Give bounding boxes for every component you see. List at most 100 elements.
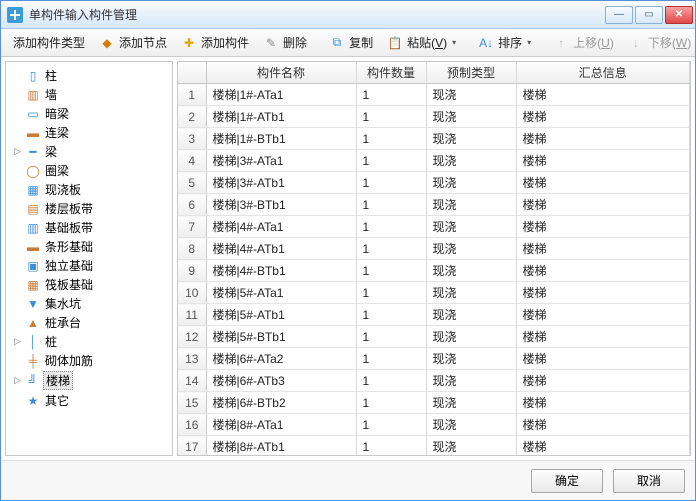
- tree-item[interactable]: ▬条形基础: [6, 237, 172, 256]
- cell-type[interactable]: 现浇: [426, 414, 516, 436]
- cell-type[interactable]: 现浇: [426, 128, 516, 150]
- tree-item[interactable]: ▤楼层板带: [6, 199, 172, 218]
- expander-icon[interactable]: [12, 203, 23, 214]
- expander-icon[interactable]: [12, 165, 23, 176]
- cell-summary[interactable]: 楼梯: [516, 216, 690, 238]
- cell-qty[interactable]: 1: [356, 260, 426, 282]
- add-component-button[interactable]: ✚ 添加构件: [175, 31, 255, 54]
- cell-qty[interactable]: 1: [356, 348, 426, 370]
- expander-icon[interactable]: [12, 222, 23, 233]
- table-row[interactable]: 1楼梯|1#-ATa11现浇楼梯: [178, 84, 690, 106]
- maximize-button[interactable]: ▭: [635, 6, 663, 24]
- tree-item[interactable]: ▭暗梁: [6, 104, 172, 123]
- cell-summary[interactable]: 楼梯: [516, 194, 690, 216]
- cell-name[interactable]: 楼梯|1#-ATb1: [206, 106, 356, 128]
- expander-icon[interactable]: ▷: [12, 375, 23, 386]
- expander-icon[interactable]: [12, 260, 23, 271]
- table-row[interactable]: 15楼梯|6#-BTb21现浇楼梯: [178, 392, 690, 414]
- expander-icon[interactable]: ▷: [12, 336, 23, 347]
- cell-type[interactable]: 现浇: [426, 238, 516, 260]
- tree-item[interactable]: ◯圈梁: [6, 161, 172, 180]
- tree-item[interactable]: ▬连梁: [6, 123, 172, 142]
- tree-item[interactable]: ▦筏板基础: [6, 275, 172, 294]
- cell-name[interactable]: 楼梯|8#-ATa1: [206, 414, 356, 436]
- cell-type[interactable]: 现浇: [426, 304, 516, 326]
- col-type[interactable]: 预制类型: [426, 62, 516, 84]
- close-button[interactable]: ✕: [665, 6, 693, 24]
- minimize-button[interactable]: —: [605, 6, 633, 24]
- table-row[interactable]: 17楼梯|8#-ATb11现浇楼梯: [178, 436, 690, 457]
- cell-name[interactable]: 楼梯|6#-ATa2: [206, 348, 356, 370]
- cell-name[interactable]: 楼梯|3#-ATb1: [206, 172, 356, 194]
- tree-item[interactable]: ▣独立基础: [6, 256, 172, 275]
- tree-item[interactable]: ▷│桩: [6, 332, 172, 351]
- cell-qty[interactable]: 1: [356, 370, 426, 392]
- table-row[interactable]: 7楼梯|4#-ATa11现浇楼梯: [178, 216, 690, 238]
- cell-type[interactable]: 现浇: [426, 84, 516, 106]
- expander-icon[interactable]: [12, 184, 23, 195]
- cell-qty[interactable]: 1: [356, 84, 426, 106]
- cell-summary[interactable]: 楼梯: [516, 304, 690, 326]
- add-type-button[interactable]: 添加构件类型: [7, 31, 91, 54]
- sort-button[interactable]: A↓ 排序 ▾: [472, 31, 537, 54]
- cell-name[interactable]: 楼梯|1#-ATa1: [206, 84, 356, 106]
- cell-summary[interactable]: 楼梯: [516, 326, 690, 348]
- expander-icon[interactable]: [12, 89, 23, 100]
- cell-summary[interactable]: 楼梯: [516, 392, 690, 414]
- cell-summary[interactable]: 楼梯: [516, 348, 690, 370]
- cell-summary[interactable]: 楼梯: [516, 150, 690, 172]
- ok-button[interactable]: 确定: [531, 469, 603, 493]
- cell-summary[interactable]: 楼梯: [516, 106, 690, 128]
- cell-type[interactable]: 现浇: [426, 172, 516, 194]
- expander-icon[interactable]: [12, 395, 23, 406]
- table-row[interactable]: 2楼梯|1#-ATb11现浇楼梯: [178, 106, 690, 128]
- cell-summary[interactable]: 楼梯: [516, 370, 690, 392]
- cell-type[interactable]: 现浇: [426, 326, 516, 348]
- tree-item[interactable]: ★其它: [6, 391, 172, 410]
- cell-name[interactable]: 楼梯|4#-ATb1: [206, 238, 356, 260]
- cell-name[interactable]: 楼梯|3#-BTb1: [206, 194, 356, 216]
- cell-qty[interactable]: 1: [356, 106, 426, 128]
- expander-icon[interactable]: ▷: [12, 146, 23, 157]
- cell-type[interactable]: 现浇: [426, 194, 516, 216]
- cell-summary[interactable]: 楼梯: [516, 172, 690, 194]
- cell-name[interactable]: 楼梯|6#-BTb2: [206, 392, 356, 414]
- cell-type[interactable]: 现浇: [426, 436, 516, 457]
- table-row[interactable]: 12楼梯|5#-BTb11现浇楼梯: [178, 326, 690, 348]
- cell-type[interactable]: 现浇: [426, 106, 516, 128]
- table-row[interactable]: 3楼梯|1#-BTb11现浇楼梯: [178, 128, 690, 150]
- cell-qty[interactable]: 1: [356, 436, 426, 457]
- col-qty[interactable]: 构件数量: [356, 62, 426, 84]
- tree-item[interactable]: ▼集水坑: [6, 294, 172, 313]
- tree-item[interactable]: ▷━梁: [6, 142, 172, 161]
- cell-qty[interactable]: 1: [356, 194, 426, 216]
- cell-name[interactable]: 楼梯|5#-ATa1: [206, 282, 356, 304]
- cell-type[interactable]: 现浇: [426, 348, 516, 370]
- expander-icon[interactable]: [12, 279, 23, 290]
- tree-item[interactable]: ╪砌体加筋: [6, 351, 172, 370]
- move-down-button[interactable]: ↓ 下移(W): [622, 31, 696, 54]
- cell-qty[interactable]: 1: [356, 216, 426, 238]
- table-row[interactable]: 4楼梯|3#-ATa11现浇楼梯: [178, 150, 690, 172]
- table-row[interactable]: 10楼梯|5#-ATa11现浇楼梯: [178, 282, 690, 304]
- cell-qty[interactable]: 1: [356, 282, 426, 304]
- cell-summary[interactable]: 楼梯: [516, 260, 690, 282]
- cell-summary[interactable]: 楼梯: [516, 84, 690, 106]
- tree-pane[interactable]: ▯柱▥墙▭暗梁▬连梁▷━梁◯圈梁▦现浇板▤楼层板带▥基础板带▬条形基础▣独立基础…: [5, 61, 173, 456]
- cell-summary[interactable]: 楼梯: [516, 238, 690, 260]
- cell-type[interactable]: 现浇: [426, 370, 516, 392]
- cell-type[interactable]: 现浇: [426, 392, 516, 414]
- cell-name[interactable]: 楼梯|4#-ATa1: [206, 216, 356, 238]
- col-name[interactable]: 构件名称: [206, 62, 356, 84]
- paste-button[interactable]: 📋 粘贴(V) ▾: [381, 31, 462, 54]
- cell-name[interactable]: 楼梯|8#-ATb1: [206, 436, 356, 457]
- cell-summary[interactable]: 楼梯: [516, 414, 690, 436]
- cell-qty[interactable]: 1: [356, 172, 426, 194]
- expander-icon[interactable]: [12, 298, 23, 309]
- cell-name[interactable]: 楼梯|5#-BTb1: [206, 326, 356, 348]
- table-row[interactable]: 6楼梯|3#-BTb11现浇楼梯: [178, 194, 690, 216]
- tree-item[interactable]: ▥基础板带: [6, 218, 172, 237]
- cell-name[interactable]: 楼梯|4#-BTb1: [206, 260, 356, 282]
- expander-icon[interactable]: [12, 108, 23, 119]
- col-summary[interactable]: 汇总信息: [516, 62, 690, 84]
